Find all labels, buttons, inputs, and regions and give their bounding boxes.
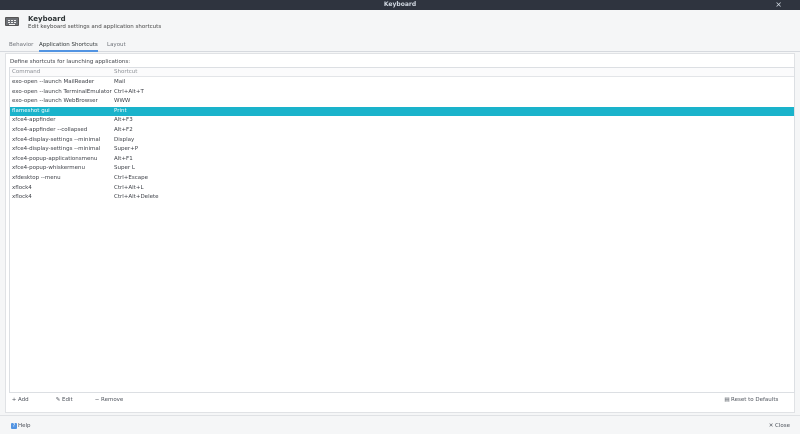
row-shortcut: Alt+F1	[114, 155, 133, 162]
row-shortcut: Ctrl+Alt+Delete	[114, 194, 159, 201]
edit-button[interactable]: ✎ Edit	[55, 396, 73, 404]
dialog-subtitle: Edit keyboard settings and application s…	[28, 24, 162, 30]
window-close-icon[interactable]: ×	[775, 0, 782, 10]
row-shortcut: Mail	[114, 79, 126, 85]
add-button[interactable]: + Add	[11, 396, 29, 404]
tab-layout[interactable]: Layout	[107, 40, 126, 52]
edit-button-label: Edit	[62, 397, 73, 403]
row-shortcut: Alt+F2	[114, 126, 133, 133]
row-command: xfce4-display-settings --minimal	[12, 136, 101, 143]
table-row[interactable]: xfdesktop --menu Ctrl+Escape	[10, 174, 794, 184]
row-shortcut: Ctrl+Alt+T	[114, 88, 144, 95]
column-header-shortcut[interactable]: Shortcut	[114, 69, 137, 75]
tab-bar: Behavior Application Shortcuts Layout	[0, 38, 800, 52]
row-command: xfce4-popup-whiskermenu	[12, 165, 86, 172]
row-shortcut: Super L	[114, 165, 135, 172]
table-rows: exo-open --launch MailReader Mail exo-ope…	[10, 78, 794, 203]
row-command: exo-open --launch TerminalEmulator	[12, 88, 112, 95]
table-row[interactable]: exo-open --launch MailReader Mail	[10, 78, 794, 88]
add-button-label: Add	[18, 397, 29, 403]
row-command: xfdesktop --menu	[12, 174, 61, 181]
table-row[interactable]: xfce4-appfinder --collapsed Alt+F2	[10, 126, 794, 136]
table-row[interactable]: xfce4-appfinder Alt+F3	[10, 116, 794, 126]
row-shortcut: WWW	[114, 98, 131, 105]
table-row[interactable]: exo-open --launch TerminalEmulator Ctrl+A…	[10, 88, 794, 98]
plus-icon: +	[11, 397, 17, 403]
reset-to-defaults-button[interactable]: ▤Reset to Defaults	[724, 396, 778, 404]
dialog-header: Keyboard Edit keyboard settings and appl…	[0, 10, 800, 36]
row-command: xfce4-popup-applicationsmenu	[12, 155, 98, 162]
shortcuts-description: Define shortcuts for launching applicati…	[10, 59, 131, 65]
help-icon: ?	[11, 423, 17, 429]
row-command: flameshot gui	[12, 107, 50, 114]
keyboard-icon	[5, 17, 19, 26]
row-command: xflock4	[12, 184, 32, 191]
table-row[interactable]: xfce4-display-settings --minimal Super+P	[10, 145, 794, 155]
window-title: Keyboard	[383, 1, 417, 8]
row-shortcut: Print	[114, 107, 127, 114]
tab-application-shortcuts[interactable]: Application Shortcuts	[39, 40, 98, 52]
reset-button-label: Reset to Defaults	[731, 397, 779, 403]
shortcuts-panel: Define shortcuts for launching applicati…	[5, 53, 795, 413]
window-titlebar: Keyboard ×	[0, 0, 800, 10]
row-shortcut: Super+P	[114, 146, 139, 153]
row-command: exo-open --launch WebBrowser	[12, 98, 98, 105]
dialog-title: Keyboard	[28, 15, 66, 23]
remove-button-label: Remove	[101, 397, 124, 403]
row-command: xfce4-display-settings --minimal	[12, 146, 101, 153]
help-button-label: Help	[18, 423, 31, 429]
table-row[interactable]: xfce4-popup-applicationsmenu Alt+F1	[10, 155, 794, 165]
table-row[interactable]: xfce4-popup-whiskermenu Super L	[10, 164, 794, 174]
close-icon: ✕	[768, 423, 774, 429]
tab-behavior[interactable]: Behavior	[9, 40, 33, 52]
shortcuts-table[interactable]: Command Shortcut exo-open --launch MailR…	[9, 67, 795, 393]
pencil-icon: ✎	[55, 397, 61, 403]
table-row[interactable]: xflock4 Ctrl+Alt+L	[10, 184, 794, 194]
close-button-label: Close	[775, 423, 790, 429]
row-shortcut: Ctrl+Alt+L	[114, 184, 144, 191]
row-shortcut: Display	[114, 136, 135, 143]
table-row[interactable]: exo-open --launch WebBrowser WWW	[10, 97, 794, 107]
row-command: xfce4-appfinder --collapsed	[12, 126, 88, 133]
document-revert-icon: ▤	[724, 397, 730, 403]
column-header-command[interactable]: Command	[12, 69, 40, 75]
row-command: xfce4-appfinder	[12, 117, 56, 124]
table-row[interactable]: xfce4-display-settings --minimal Display	[10, 136, 794, 146]
help-button[interactable]: ? Help	[11, 422, 31, 430]
minus-icon: −	[94, 397, 100, 403]
row-command: exo-open --launch MailReader	[12, 79, 95, 85]
footer-divider	[0, 415, 800, 416]
table-header: Command Shortcut	[10, 68, 794, 77]
close-button[interactable]: ✕ Close	[768, 422, 790, 430]
table-row-selected[interactable]: flameshot gui Print	[10, 106, 794, 117]
remove-button[interactable]: − Remove	[94, 396, 124, 404]
row-shortcut: Ctrl+Escape	[114, 174, 149, 181]
table-row[interactable]: xflock4 Ctrl+Alt+Delete	[10, 193, 794, 203]
row-shortcut: Alt+F3	[114, 117, 133, 124]
row-command: xflock4	[12, 194, 32, 201]
